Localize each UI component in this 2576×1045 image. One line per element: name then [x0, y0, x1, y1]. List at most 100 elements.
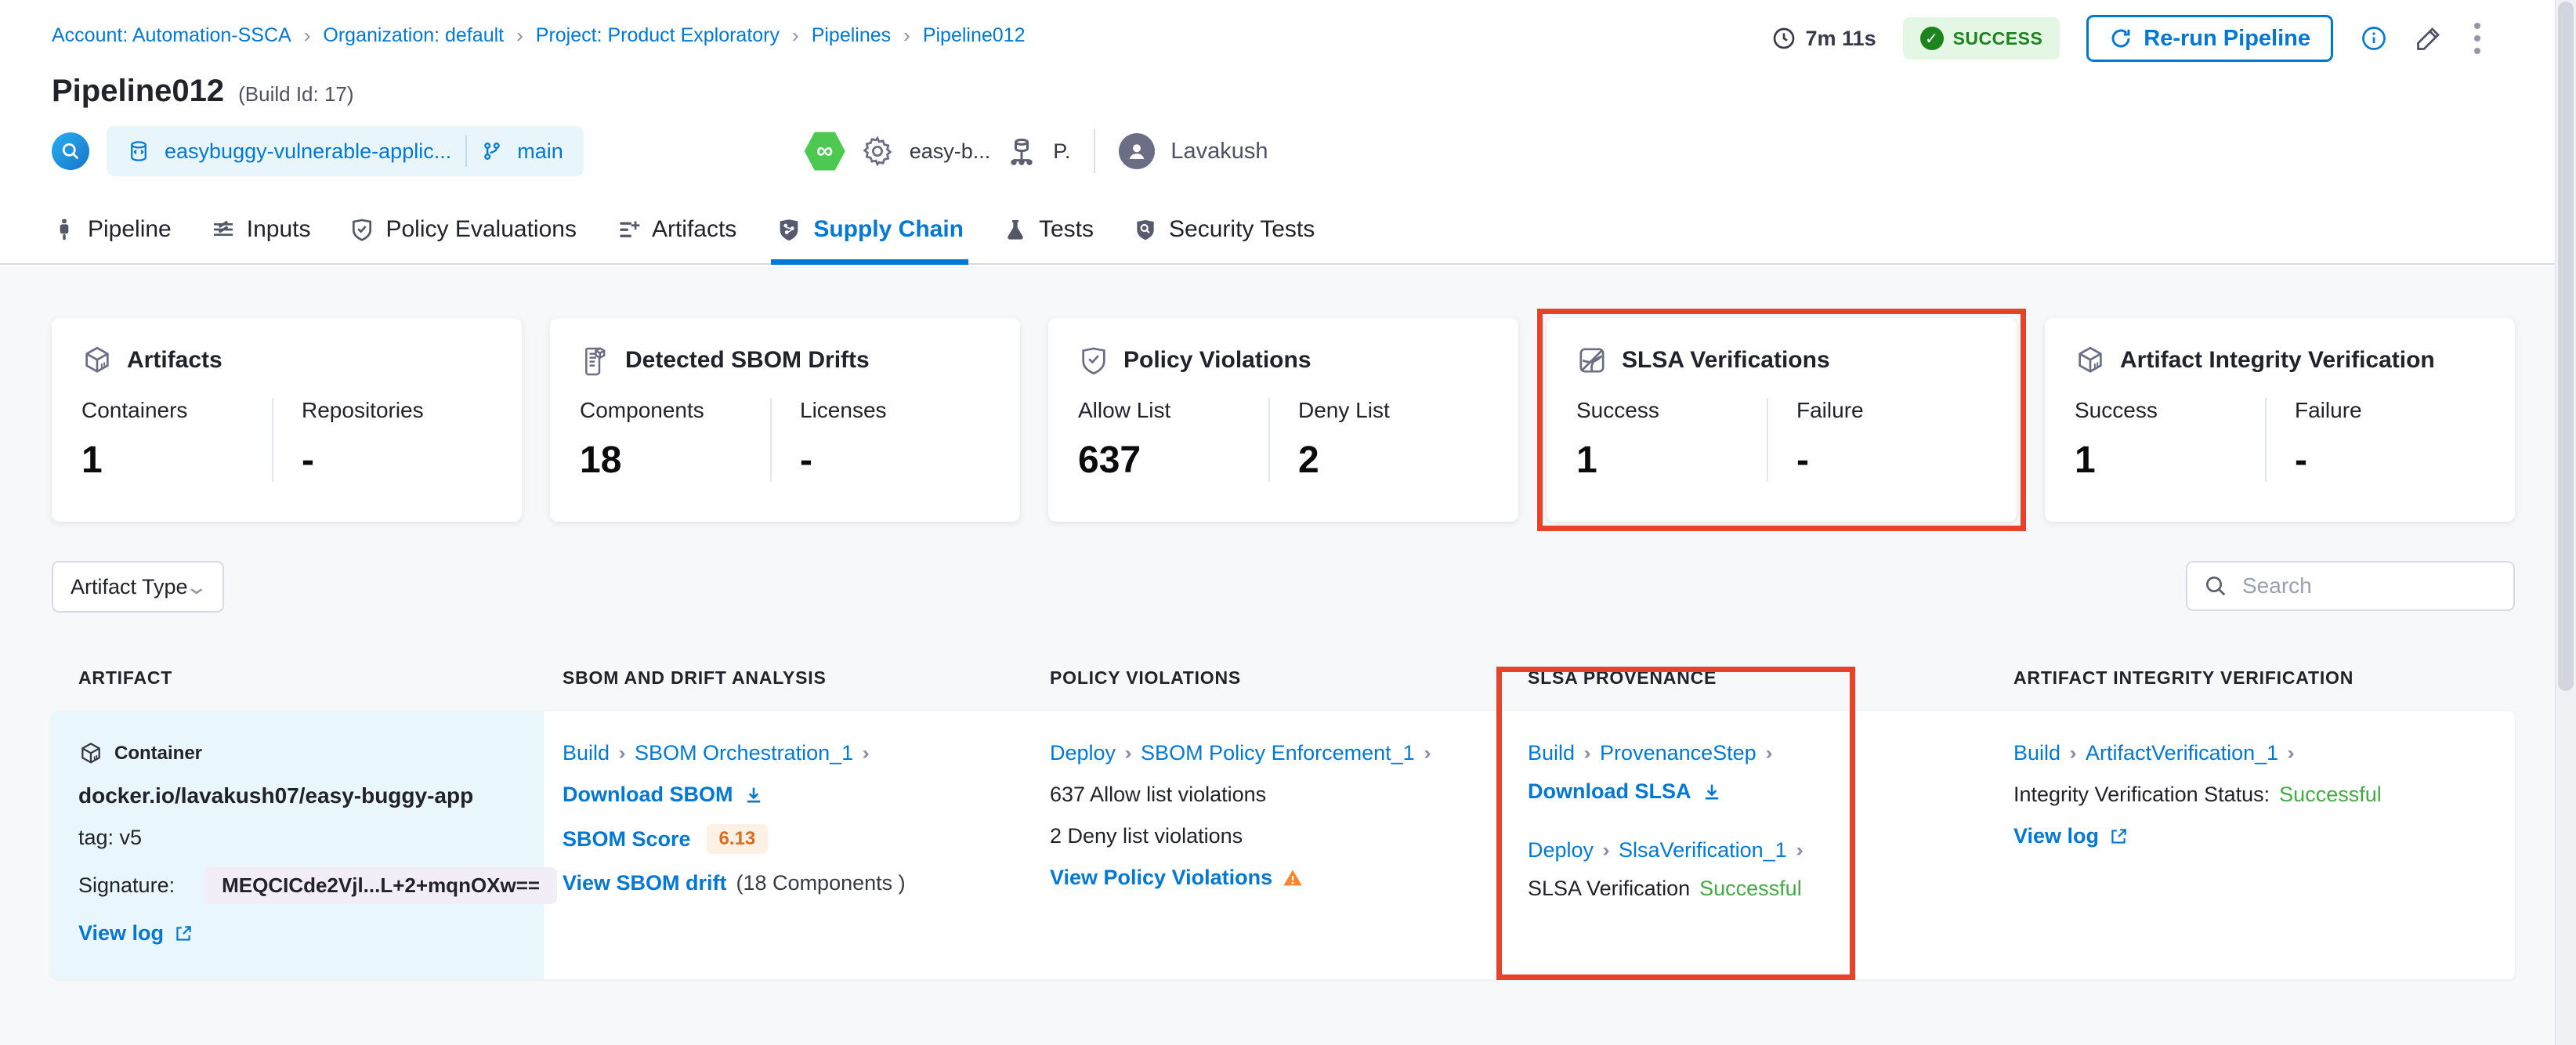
slsa-status-value: Successful: [1699, 877, 1802, 900]
slsa-verify-stage-link[interactable]: Deploy: [1528, 838, 1594, 862]
view-log-link[interactable]: View log: [2013, 824, 2099, 848]
view-log-link[interactable]: View log: [78, 921, 164, 946]
search-input[interactable]: [2241, 573, 2495, 599]
chevron-right-icon: ›: [618, 742, 626, 764]
sbom-document-icon: [585, 347, 606, 376]
sbom-stage-link[interactable]: Build: [563, 741, 610, 765]
column-header-sbom: SBOM AND DRIFT ANALYSIS: [563, 667, 827, 688]
sbom-drift-count: (18 Components ): [736, 871, 906, 895]
stat-value: 18: [580, 439, 622, 481]
user-name: Lavakush: [1170, 138, 1268, 164]
supply-chain-shield-icon: [780, 219, 798, 241]
refresh-icon: [2111, 29, 2130, 48]
sbom-step-link[interactable]: SBOM Orchestration_1: [635, 741, 853, 765]
sbom-score-badge: 6.13: [706, 824, 769, 854]
sbom-score-link[interactable]: SBOM Score: [563, 827, 691, 852]
integrity-step-link[interactable]: ArtifactVerification_1: [2086, 741, 2278, 765]
tab-tests[interactable]: Tests: [1003, 196, 1094, 263]
chevron-right-icon: ›: [2069, 742, 2077, 764]
stat-label: Failure: [2295, 398, 2362, 422]
trigger-suffix: P.: [1053, 139, 1071, 163]
stat-value: 1: [81, 439, 103, 481]
stat-label: Allow List: [1078, 398, 1171, 422]
breadcrumb-pipelines[interactable]: Pipelines: [812, 24, 891, 47]
tab-pipeline[interactable]: Pipeline: [52, 196, 172, 263]
chevron-right-icon: ›: [1602, 839, 1610, 861]
stat-value: 1: [2075, 439, 2096, 481]
stat-label: Components: [580, 398, 704, 422]
column-header-integrity: ARTIFACT INTEGRITY VERIFICATION: [2013, 667, 2354, 688]
download-icon[interactable]: [743, 784, 765, 806]
integrity-status-value: Successful: [2279, 783, 2382, 806]
user-avatar: [1119, 133, 1156, 169]
chevron-down-icon: ⌄: [184, 574, 209, 598]
tab-inputs[interactable]: Inputs: [211, 196, 310, 263]
breadcrumb: Account: Automation-SSCA › Organization:…: [52, 24, 1025, 48]
integrity-stage-link[interactable]: Build: [2013, 741, 2060, 765]
trigger-name[interactable]: easy-b...: [910, 139, 991, 164]
cube-icon: [85, 346, 109, 373]
rerun-pipeline-button[interactable]: Re-run Pipeline: [2086, 15, 2333, 62]
external-link-icon[interactable]: [2108, 826, 2129, 847]
signature-label: Signature:: [78, 873, 175, 897]
policy-stage-link[interactable]: Deploy: [1050, 741, 1116, 765]
stat-label: Success: [1576, 398, 1659, 422]
branch-icon: [484, 143, 501, 160]
view-sbom-drift-link[interactable]: View SBOM drift: [563, 871, 727, 895]
slsa-verify-step-link[interactable]: SlsaVerification_1: [1619, 838, 1787, 862]
artifacts-list-icon: [620, 221, 640, 237]
card-policy-violations: Policy Violations Allow List 637 Deny Lis…: [1048, 318, 1518, 522]
breadcrumb-organization[interactable]: Organization: default: [323, 24, 504, 47]
chevron-right-icon: ›: [2287, 742, 2295, 764]
tab-artifacts[interactable]: Artifacts: [616, 196, 736, 263]
stat-label: Success: [2075, 398, 2158, 422]
tab-policy-evaluations[interactable]: Policy Evaluations: [349, 196, 577, 263]
slsa-icon: [1579, 348, 1605, 373]
edit-pencil-icon[interactable]: [2415, 24, 2443, 52]
divider: [1094, 129, 1096, 173]
artifact-tag: tag: v5: [78, 826, 143, 849]
cube-icon: [2079, 346, 2102, 373]
slsa-provenance-stage-link[interactable]: Build: [1528, 741, 1575, 765]
status-badge: ✓ SUCCESS: [1902, 17, 2060, 60]
chevron-right-icon: ›: [792, 24, 799, 47]
chevron-right-icon: ›: [1423, 742, 1431, 764]
repo-name-link[interactable]: easybuggy-vulnerable-applic...: [165, 139, 451, 164]
check-icon: ✓: [1919, 27, 1944, 50]
stat-label: Deny List: [1298, 398, 1390, 422]
stat-value: -: [2295, 439, 2307, 481]
breadcrumb-project[interactable]: Project: Product Exploratory: [536, 24, 780, 47]
download-slsa-link[interactable]: Download SLSA: [1528, 779, 1691, 804]
signature-value[interactable]: MEQCICde2Vjl...L+2+mqnOXw==: [204, 867, 558, 904]
stat-label: Containers: [81, 398, 188, 422]
info-icon[interactable]: [2360, 24, 2388, 52]
repo-branch-pill: easybuggy-vulnerable-applic... main: [107, 126, 584, 176]
scrollbar-thumb[interactable]: [2558, 2, 2574, 691]
view-policy-violations-link[interactable]: View Policy Violations: [1050, 866, 1272, 890]
stat-value: 1: [1576, 439, 1597, 481]
allow-list-violations: 637 Allow list violations: [1050, 783, 1267, 806]
download-icon[interactable]: [1701, 781, 1723, 803]
artifact-image-name: docker.io/lavakush07/easy-buggy-app: [78, 783, 474, 808]
vertical-scrollbar[interactable]: [2555, 0, 2576, 1045]
chevron-right-icon: ›: [862, 742, 870, 764]
page-title: Pipeline012: [52, 74, 225, 108]
card-sbom-drifts: Detected SBOM Drifts Components 18 Licens…: [550, 318, 1020, 522]
chevron-right-icon: ›: [1764, 742, 1773, 764]
policy-step-link[interactable]: SBOM Policy Enforcement_1: [1141, 741, 1415, 765]
slsa-provenance-step-link[interactable]: ProvenanceStep: [1600, 741, 1757, 765]
shield-check-icon: [353, 219, 372, 241]
chevron-right-icon: ›: [1124, 742, 1132, 764]
tab-supply-chain[interactable]: Supply Chain: [771, 196, 968, 265]
more-options-kebab-icon[interactable]: [2469, 18, 2485, 59]
download-sbom-link[interactable]: Download SBOM: [563, 783, 733, 807]
breadcrumb-pipeline012[interactable]: Pipeline012: [923, 24, 1026, 47]
breadcrumb-account[interactable]: Account: Automation-SSCA: [52, 24, 291, 47]
tab-security-tests[interactable]: Security Tests: [1133, 196, 1315, 263]
artifact-type-label: Container: [114, 743, 203, 764]
external-link-icon[interactable]: [173, 924, 194, 944]
artifact-type-dropdown[interactable]: Artifact Type ⌄: [52, 561, 224, 613]
stat-label: Repositories: [302, 398, 424, 422]
column-header-policy: POLICY VIOLATIONS: [1050, 667, 1242, 688]
branch-name-link[interactable]: main: [517, 139, 563, 164]
